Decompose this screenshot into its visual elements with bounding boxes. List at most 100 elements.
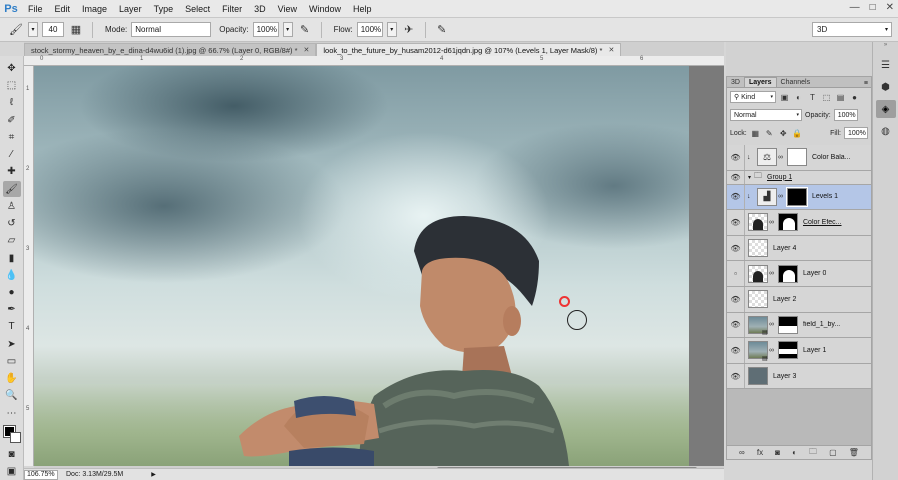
canvas-area[interactable]	[34, 66, 724, 466]
layer-4[interactable]: 👁 Layer 4	[727, 235, 871, 262]
eye-hidden-icon[interactable]: ▫	[727, 261, 745, 286]
layer-field[interactable]: 👁 ▤ ∞ field_1_by...	[727, 312, 871, 339]
eye-icon[interactable]: 👁	[727, 184, 745, 210]
opacity-dropdown[interactable]: ▾	[282, 22, 293, 37]
lock-pixels-icon[interactable]: ✎	[764, 129, 775, 138]
menu-view[interactable]: View	[272, 0, 303, 18]
menu-filter[interactable]: Filter	[216, 0, 248, 18]
link-icon[interactable]: ∞	[768, 321, 775, 328]
filter-toggle-icon[interactable]: ●	[849, 93, 860, 102]
pressure-opacity-icon[interactable]: ✎	[297, 22, 313, 38]
menu-3d[interactable]: 3D	[248, 0, 272, 18]
opacity-field[interactable]: 100%	[252, 22, 279, 37]
layer-levels-1[interactable]: 👁 ↓ ▟ ∞ Levels 1	[727, 184, 871, 211]
pen-tool-icon[interactable]: ✒	[3, 301, 21, 318]
hand-tool-icon[interactable]: ✋	[3, 370, 21, 387]
zoom-tool-icon[interactable]: 🔍	[3, 387, 21, 404]
fx-icon[interactable]: fx	[757, 448, 763, 457]
layer-thumb[interactable]	[748, 213, 768, 232]
brush-size-picker[interactable]: 40	[42, 22, 64, 37]
tab-look-to-the-future[interactable]: look_to_the_future_by_husam2012-d61jqdn.…	[316, 43, 622, 56]
menu-help[interactable]: Help	[347, 0, 378, 18]
layer-thumb[interactable]	[748, 367, 768, 386]
lock-position-icon[interactable]: ✥	[778, 129, 789, 138]
close-icon[interactable]: ✕	[608, 46, 614, 54]
blur-tool-icon[interactable]: 💧	[3, 267, 21, 284]
new-layer-icon[interactable]: ▢	[829, 448, 837, 457]
mode-select[interactable]: Normal	[131, 22, 212, 37]
tab-channels[interactable]: Channels	[777, 77, 815, 87]
menu-image[interactable]: Image	[76, 0, 113, 18]
lock-transparent-icon[interactable]: ▦	[750, 129, 761, 138]
fill-field[interactable]: 100%	[844, 127, 868, 139]
channels-icon[interactable]: ◍	[876, 122, 896, 140]
layer-thumb[interactable]	[748, 290, 768, 309]
eye-icon[interactable]: 👁	[727, 338, 745, 363]
menu-file[interactable]: File	[22, 0, 49, 18]
layer-mask-thumb[interactable]	[778, 264, 798, 283]
eye-icon[interactable]: 👁	[727, 170, 745, 184]
workspace-select[interactable]: 3D ▾	[812, 22, 892, 37]
status-menu-arrow[interactable]: ▶	[151, 471, 156, 478]
clone-stamp-tool-icon[interactable]: ♙	[3, 198, 21, 215]
eraser-tool-icon[interactable]: ▱	[3, 232, 21, 249]
eye-icon[interactable]: 👁	[727, 363, 745, 389]
color-swatches[interactable]	[2, 424, 22, 446]
blend-mode-select[interactable]: Normal ▾	[730, 109, 802, 121]
eye-icon[interactable]: 👁	[727, 312, 745, 338]
crop-tool-icon[interactable]: ⌗	[3, 129, 21, 146]
link-layers-icon[interactable]: ∞	[739, 448, 745, 457]
layer-group-1[interactable]: 👁 ▾ 🗀 Group 1	[727, 170, 871, 185]
layers-icon[interactable]: ◈	[875, 100, 896, 118]
adjustment-layer-icon[interactable]: ◐	[792, 448, 797, 457]
layer-1[interactable]: 👁 ▤ ∞ Layer 1	[727, 338, 871, 364]
tool-preset-dropdown[interactable]: ▾	[28, 22, 38, 37]
lock-all-icon[interactable]: 🔒	[792, 129, 803, 138]
link-icon[interactable]: ∞	[777, 193, 784, 200]
layer-mask-thumb[interactable]	[778, 341, 798, 360]
type-tool-icon[interactable]: T	[3, 319, 21, 336]
strip-grip[interactable]: »	[873, 42, 898, 52]
layer-color-efec[interactable]: 👁 ∞ Color Efec...	[727, 210, 871, 236]
tab-stormy-heaven[interactable]: stock_stormy_heaven_by_e_dina-d4wu6id (1…	[24, 43, 317, 56]
eye-icon[interactable]: 👁	[727, 235, 745, 261]
properties-icon[interactable]: ☰	[876, 56, 896, 74]
layer-0[interactable]: ▫ ∞ Layer 0	[727, 261, 871, 287]
pressure-size-icon[interactable]: ✎	[434, 22, 450, 38]
quick-mask-icon[interactable]: ◙	[3, 446, 21, 463]
eye-icon[interactable]: 👁	[727, 210, 745, 235]
menu-select[interactable]: Select	[179, 0, 216, 18]
layer-mask-thumb[interactable]	[778, 315, 798, 334]
brush-tool-icon[interactable]: 🖌	[2, 180, 21, 198]
link-icon[interactable]: ∞	[768, 219, 775, 226]
layer-thumb[interactable]	[748, 239, 768, 258]
chevron-down-icon[interactable]: ▾	[748, 174, 751, 181]
quick-select-tool-icon[interactable]: ✐	[3, 112, 21, 129]
filter-smart-object-icon[interactable]: ▤	[835, 93, 846, 102]
tab-3d[interactable]: 3D	[727, 77, 744, 87]
layer-opacity-field[interactable]: 100%	[833, 109, 858, 121]
background-color-swatch[interactable]	[9, 431, 21, 443]
new-group-icon[interactable]: 🗀	[809, 446, 817, 460]
marquee-tool-icon[interactable]: ⬚	[3, 77, 21, 94]
dodge-tool-icon[interactable]: ●	[3, 284, 21, 301]
close-button[interactable]: ✕	[886, 2, 894, 13]
lasso-tool-icon[interactable]: ℓ	[3, 94, 21, 111]
gradient-tool-icon[interactable]: ▮	[3, 250, 21, 267]
layer-thumb[interactable]	[748, 264, 768, 283]
healing-brush-tool-icon[interactable]: ✚	[3, 163, 21, 180]
layer-2[interactable]: 👁 Layer 2	[727, 286, 871, 313]
tab-layers[interactable]: Layers	[743, 77, 777, 87]
link-icon[interactable]: ∞	[768, 347, 775, 354]
flow-field[interactable]: 100%	[356, 22, 383, 37]
filter-shape-icon[interactable]: ⬚	[821, 93, 832, 102]
layer-color-balance[interactable]: 👁 ↓ ⚖ ∞ Color Bala...	[727, 145, 871, 171]
eyedropper-tool-icon[interactable]: ⁄	[3, 146, 21, 163]
menu-type[interactable]: Type	[148, 0, 180, 18]
maximize-button[interactable]: □	[870, 2, 876, 13]
airbrush-icon[interactable]: ✈	[401, 22, 417, 38]
history-brush-tool-icon[interactable]: ↺	[3, 215, 21, 232]
filter-adjustment-icon[interactable]: ◐	[793, 93, 804, 102]
layer-mask-thumb[interactable]	[778, 213, 798, 232]
menu-layer[interactable]: Layer	[113, 0, 148, 18]
